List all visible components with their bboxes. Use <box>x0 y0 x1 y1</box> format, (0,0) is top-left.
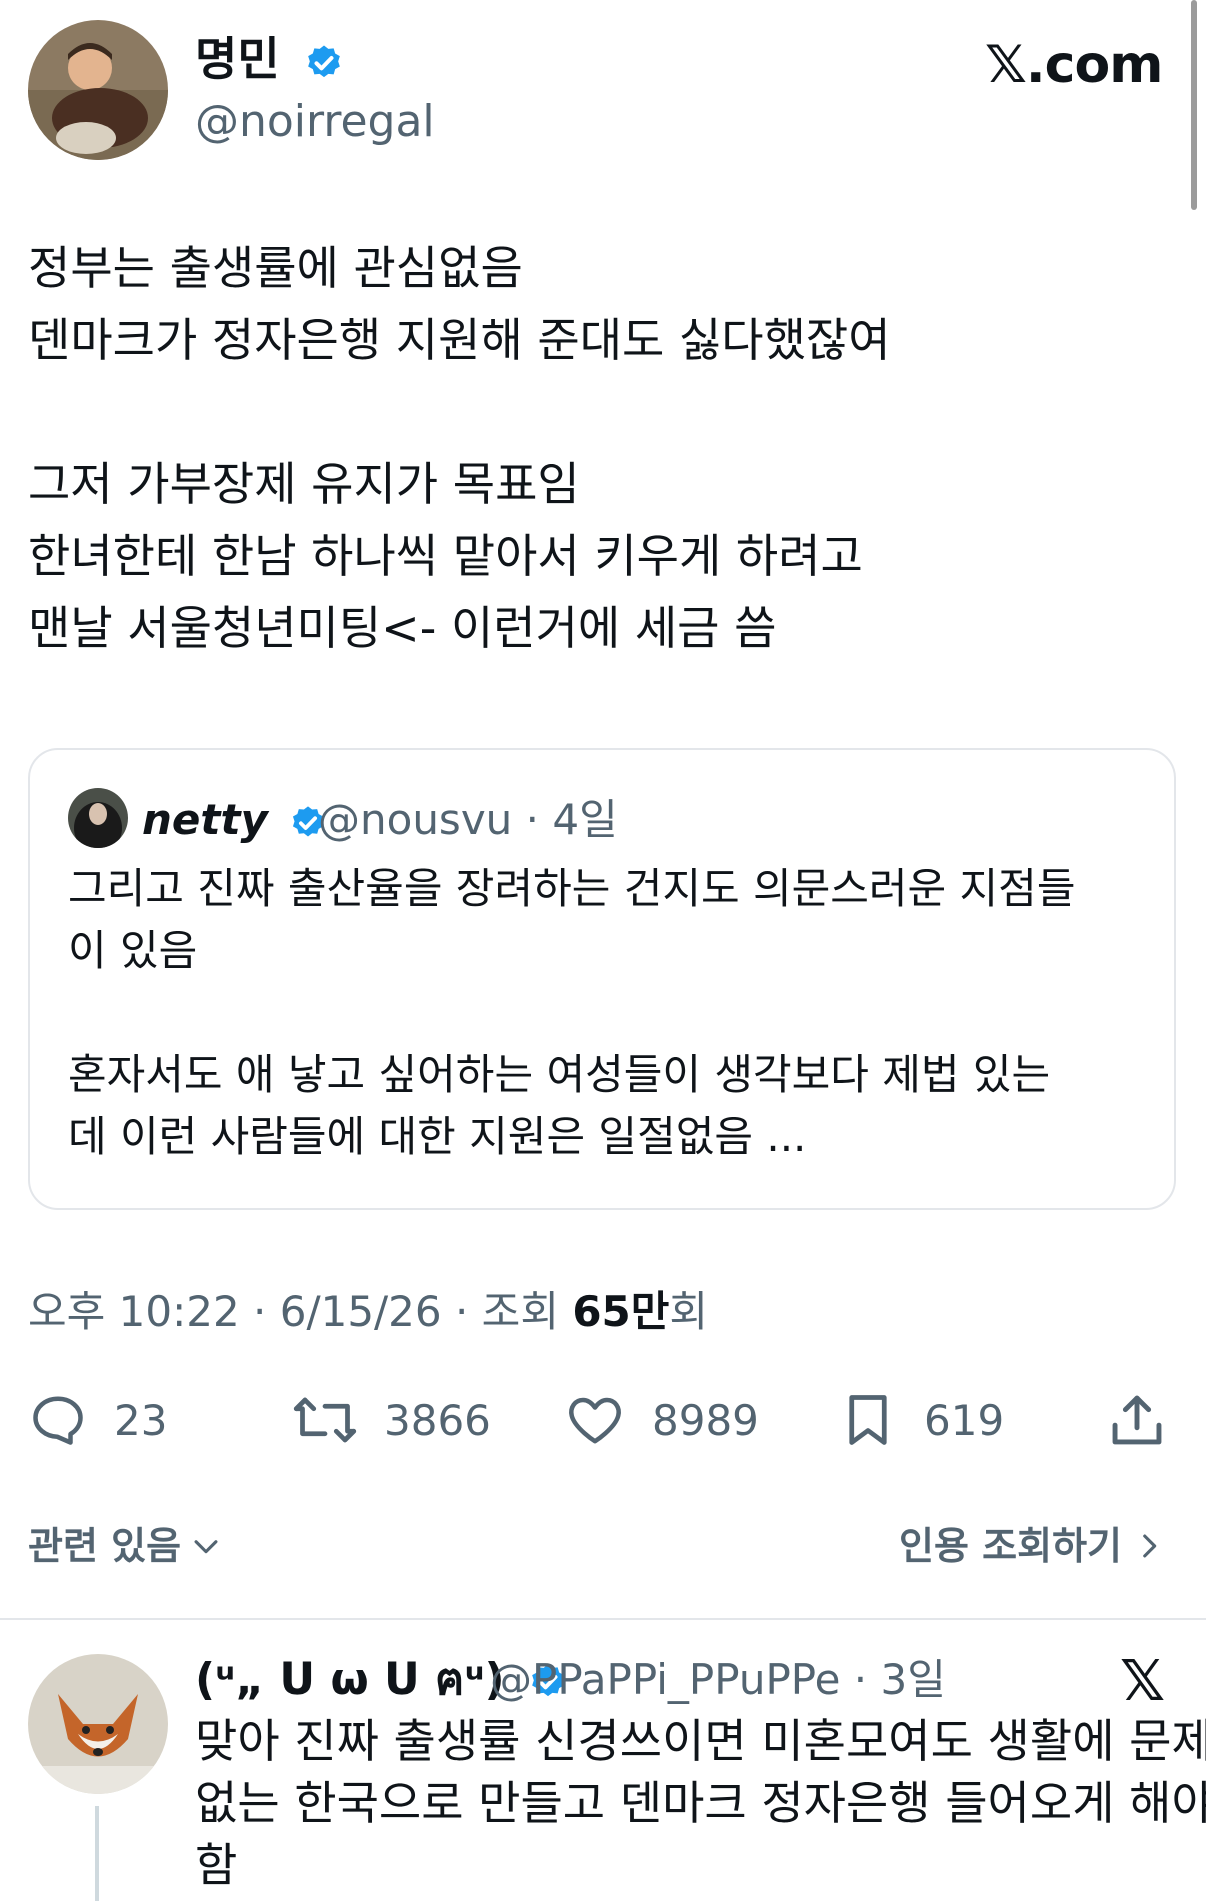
quoted-author-name[interactable]: netty <box>142 795 268 844</box>
reply-author-name[interactable]: (ᵘ„ ᑌ ω ᑌ ฅᵘ) <box>195 1654 505 1705</box>
quoted-author-row[interactable]: netty <box>142 790 327 850</box>
quoted-handle-time[interactable]: @nousvu · 4일 <box>318 790 618 850</box>
quoted-tweet-text: 그리고 진짜 출산율을 장려하는 건지도 의문스러운 지점들 이 있음 혼자서도… <box>68 858 1148 1168</box>
heart-icon <box>569 1397 621 1444</box>
verified-badge-icon <box>307 45 340 77</box>
bookmark-icon <box>849 1395 887 1445</box>
quoted-line: 데 이런 사람들에 대한 지원은 일절없음 ... <box>68 1112 807 1161</box>
tweet-line: 맨날 서울청년미팅<- 이런거에 세금 씀 <box>28 601 777 655</box>
reply-button[interactable]: 23 <box>28 1380 167 1460</box>
scrollbar[interactable] <box>1191 0 1197 210</box>
chevron-right-icon <box>1143 1534 1157 1558</box>
share-icon <box>1112 1395 1162 1445</box>
tweet-meta: 오후 10:22 · 6/15/26 · 조회 65만회 <box>28 1282 708 1342</box>
tweet-line: 정부는 출생률에 관심없음 <box>28 241 523 295</box>
reply-line: 맞아 진짜 출생률 신경쓰이면 미혼모여도 생활에 문제 <box>195 1714 1206 1768</box>
chevron-down-icon <box>194 1540 218 1554</box>
action-bar: 23 3866 8989 619 <box>0 1380 1206 1460</box>
tweet-text: 정부는 출생률에 관심없음 덴마크가 정자은행 지원해 준대도 싫다했잖여 그저… <box>28 232 1178 664</box>
reply-text: 맞아 진짜 출생률 신경쓰이면 미혼모여도 생활에 문제 없는 한국으로 만들고… <box>195 1710 1206 1896</box>
quoted-line: 이 있음 <box>68 926 198 975</box>
tweet-line: 그저 가부장제 유지가 목표임 <box>28 457 580 511</box>
timestamp[interactable]: 오후 10:22 · 6/15/26 · 조회 <box>28 1287 572 1336</box>
author-handle[interactable]: @noirregal <box>195 92 435 152</box>
quoted-line: 그리고 진짜 출산율을 장려하는 건지도 의문스러운 지점들 <box>68 864 1076 913</box>
quoted-author-avatar[interactable] <box>68 788 128 848</box>
divider <box>0 1618 1206 1620</box>
retweet-count: 3866 <box>384 1395 491 1445</box>
tweet-line: 덴마크가 정자은행 지원해 준대도 싫다했잖여 <box>28 313 891 367</box>
author-avatar[interactable] <box>28 20 168 160</box>
reply-icon <box>33 1396 83 1445</box>
view-suffix: 회 <box>669 1287 709 1336</box>
x-logo: 𝕏 <box>1120 1649 1166 1714</box>
like-count: 8989 <box>652 1395 759 1445</box>
thread-line <box>95 1806 99 1901</box>
view-count: 65만 <box>572 1287 670 1336</box>
bookmark-count: 619 <box>924 1395 1005 1445</box>
reply-line: 함 <box>195 1838 238 1892</box>
author-name[interactable]: 명민 <box>195 32 280 86</box>
tweet-line <box>28 376 1178 448</box>
related-dropdown[interactable]: 관련 있음 <box>28 1518 223 1574</box>
reply-author-avatar[interactable] <box>28 1654 168 1794</box>
reply-line: 없는 한국으로 만들고 덴마크 정자은행 들어오게 해야 <box>195 1776 1206 1830</box>
view-quotes-link[interactable]: 인용 조회하기 <box>899 1518 1166 1574</box>
like-button[interactable]: 8989 <box>564 1380 759 1460</box>
quoted-line: 혼자서도 애 낳고 싶어하는 여성들이 생각보다 제법 있는 <box>68 1050 1051 1099</box>
quotes-label: 인용 조회하기 <box>899 1524 1122 1568</box>
quoted-line <box>68 982 1148 1044</box>
related-label: 관련 있음 <box>28 1524 182 1568</box>
reply-count: 23 <box>114 1395 168 1445</box>
share-button[interactable] <box>1106 1380 1168 1460</box>
bookmark-button[interactable]: 619 <box>838 1380 1004 1460</box>
x-logo: 𝕏.com <box>985 35 1163 95</box>
retweet-icon <box>293 1397 357 1443</box>
author-name-row[interactable]: 명민 <box>195 28 344 90</box>
retweet-button[interactable]: 3866 <box>292 1380 491 1460</box>
reply-handle-time[interactable]: @PPaPPi_PPuPPe · 3일 <box>490 1650 946 1710</box>
tweet-line: 한녀한테 한남 하나씩 맡아서 키우게 하려고 <box>28 529 863 583</box>
